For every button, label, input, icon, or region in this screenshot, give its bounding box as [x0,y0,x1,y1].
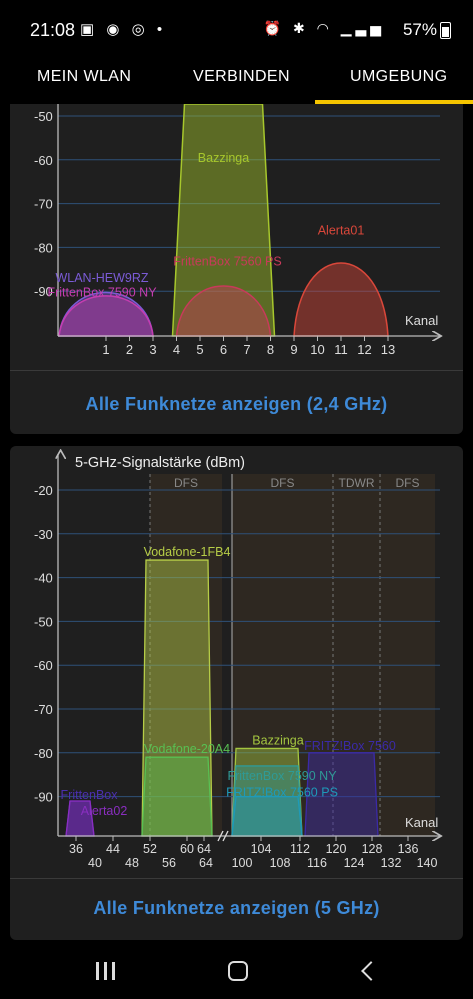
battery-percentage: 57% [402,20,437,39]
tab-verbinden[interactable]: VERBINDEN [193,68,290,86]
x-tick-label: 4 [173,342,180,357]
band-label: DFS [271,476,295,490]
network-curve [293,262,389,337]
y-tick-label: -70 [34,197,53,212]
card-divider [10,370,463,371]
network-label: FrittenBox [61,788,119,802]
x-tick-label: 8 [267,342,274,357]
x-tick-label: 12 [357,342,371,357]
network-label: Bazzinga [252,733,303,747]
network-label: Vodafone-20A4 [144,742,230,756]
tab-bar: MEIN WLAN VERBINDEN UMGEBUNG [0,58,473,104]
x-tick-label: 36 [69,842,83,856]
network-label: Alerta01 [318,224,365,238]
chart-24ghz: -50-60-70-80-901 2 3 4 5 6 7 8 9 10 11 12 13 WLAN-HE… [34,104,463,357]
y-tick-label: -30 [34,527,53,542]
network-label: WLAN-HEW9RZ [55,271,148,285]
x-tick-label: 120 [326,842,347,856]
x-tick-label: 128 [362,842,383,856]
y-tick-label: -20 [34,483,53,498]
network-label: FrittenBox 7560 PS [173,254,281,268]
y-tick-label: -50 [34,614,53,629]
x-tick-label: 6 [220,342,227,357]
x-tick-label: 52 [143,842,157,856]
system-icons: ⏰ ✱ ◠ ▁▃▅ [263,20,385,36]
x-tick-label: 64 [199,856,213,870]
network-label: FrittenBox 7590 NY [227,769,337,783]
band-region [380,474,435,836]
x-tick-label: 100 [232,856,253,870]
x-tick-label: 40 [88,856,102,870]
x-tick-label: 5 [196,342,203,357]
x-tick-label: 108 [270,856,291,870]
y-tick-label: -70 [34,702,53,717]
back-icon[interactable] [361,961,381,981]
x-tick-label: 48 [125,856,139,870]
show-all-5ghz-link[interactable]: Alle Funknetze anzeigen (5 GHz) [10,898,463,919]
status-bar: 21:08 ▣ ◉ ◎ • ⏰ ✱ ◠ ▁▃▅ 57% [0,0,473,58]
system-nav-bar [0,944,473,999]
band-label: DFS [396,476,420,490]
home-icon[interactable] [228,961,248,981]
band-label: DFS [174,476,198,490]
x-tick-label: 116 [307,856,327,870]
y-tick-label: -50 [34,109,53,124]
y-tick-label: -80 [34,746,53,761]
y-tick-label: -90 [34,790,53,805]
chart-title: 5-GHz-Signalstärke (dBm) [75,455,245,471]
x-tick-label: 2 [126,342,133,357]
x-tick-label: 124 [344,856,365,870]
x-tick-label: 7 [243,342,250,357]
x-tick-label: 10 [310,342,324,357]
band-label: TDWR [339,476,375,490]
chart-card-5ghz: DFS DFS TDWR DFS -20 -30 -40 -50 -60 -70 -80 -90 36… [10,446,463,940]
network-label: Vodafone-1FB4 [144,545,231,559]
network-curve [58,295,154,337]
x-tick-label: 60 [180,842,194,856]
x-tick-label: 64 [197,842,211,856]
show-all-24ghz-link[interactable]: Alle Funknetze anzeigen (2,4 GHz) [10,394,463,415]
card-divider [10,878,463,879]
network-area [231,795,303,837]
battery-icon [440,22,451,39]
tab-mein-wlan[interactable]: MEIN WLAN [37,68,131,86]
x-tick-label: 3 [149,342,156,357]
notification-icons: ▣ ◉ ◎ • [80,21,167,38]
x-tick-label: 1 [102,342,109,357]
network-label: Bazzinga [198,151,249,165]
x-tick-label: 44 [106,842,120,856]
y-tick-label: -60 [34,658,53,673]
chart-5ghz: DFS DFS TDWR DFS -20 -30 -40 -50 -60 -70 -80 -90 36… [34,446,463,870]
y-tick-label: -80 [34,240,53,255]
x-tick-label: 136 [398,842,419,856]
x-tick-label: 104 [251,842,272,856]
x-axis-label: Kanal [405,313,438,328]
status-time: 21:08 [30,20,76,40]
x-tick-label: 140 [417,856,438,870]
network-label: FrittenBox 7590 NY [47,285,157,299]
x-tick-label: 9 [290,342,297,357]
x-tick-label: 112 [290,842,310,856]
x-tick-label: 132 [381,856,402,870]
x-tick-label: 13 [381,342,395,357]
y-tick-label: -40 [34,571,53,586]
network-label: FRITZ!Box 7560 [304,739,396,753]
recent-apps-icon[interactable] [96,962,116,980]
chart-card-24ghz: -50 -60 -70 -80 -90 1 2 3 4 5 6 7 8 9 10 11 12 13 WLAN-HE… [10,104,463,434]
network-area [141,756,213,837]
tab-umgebung[interactable]: UMGEBUNG [350,68,447,86]
x-tick-label: 56 [162,856,176,870]
y-tick-label: -60 [34,153,53,168]
x-axis-label: Kanal [405,815,438,830]
x-tick-label: 11 [334,342,348,357]
network-label: Alerta02 [81,804,128,818]
network-label: FRITZ!Box 7560 PS [226,786,338,800]
